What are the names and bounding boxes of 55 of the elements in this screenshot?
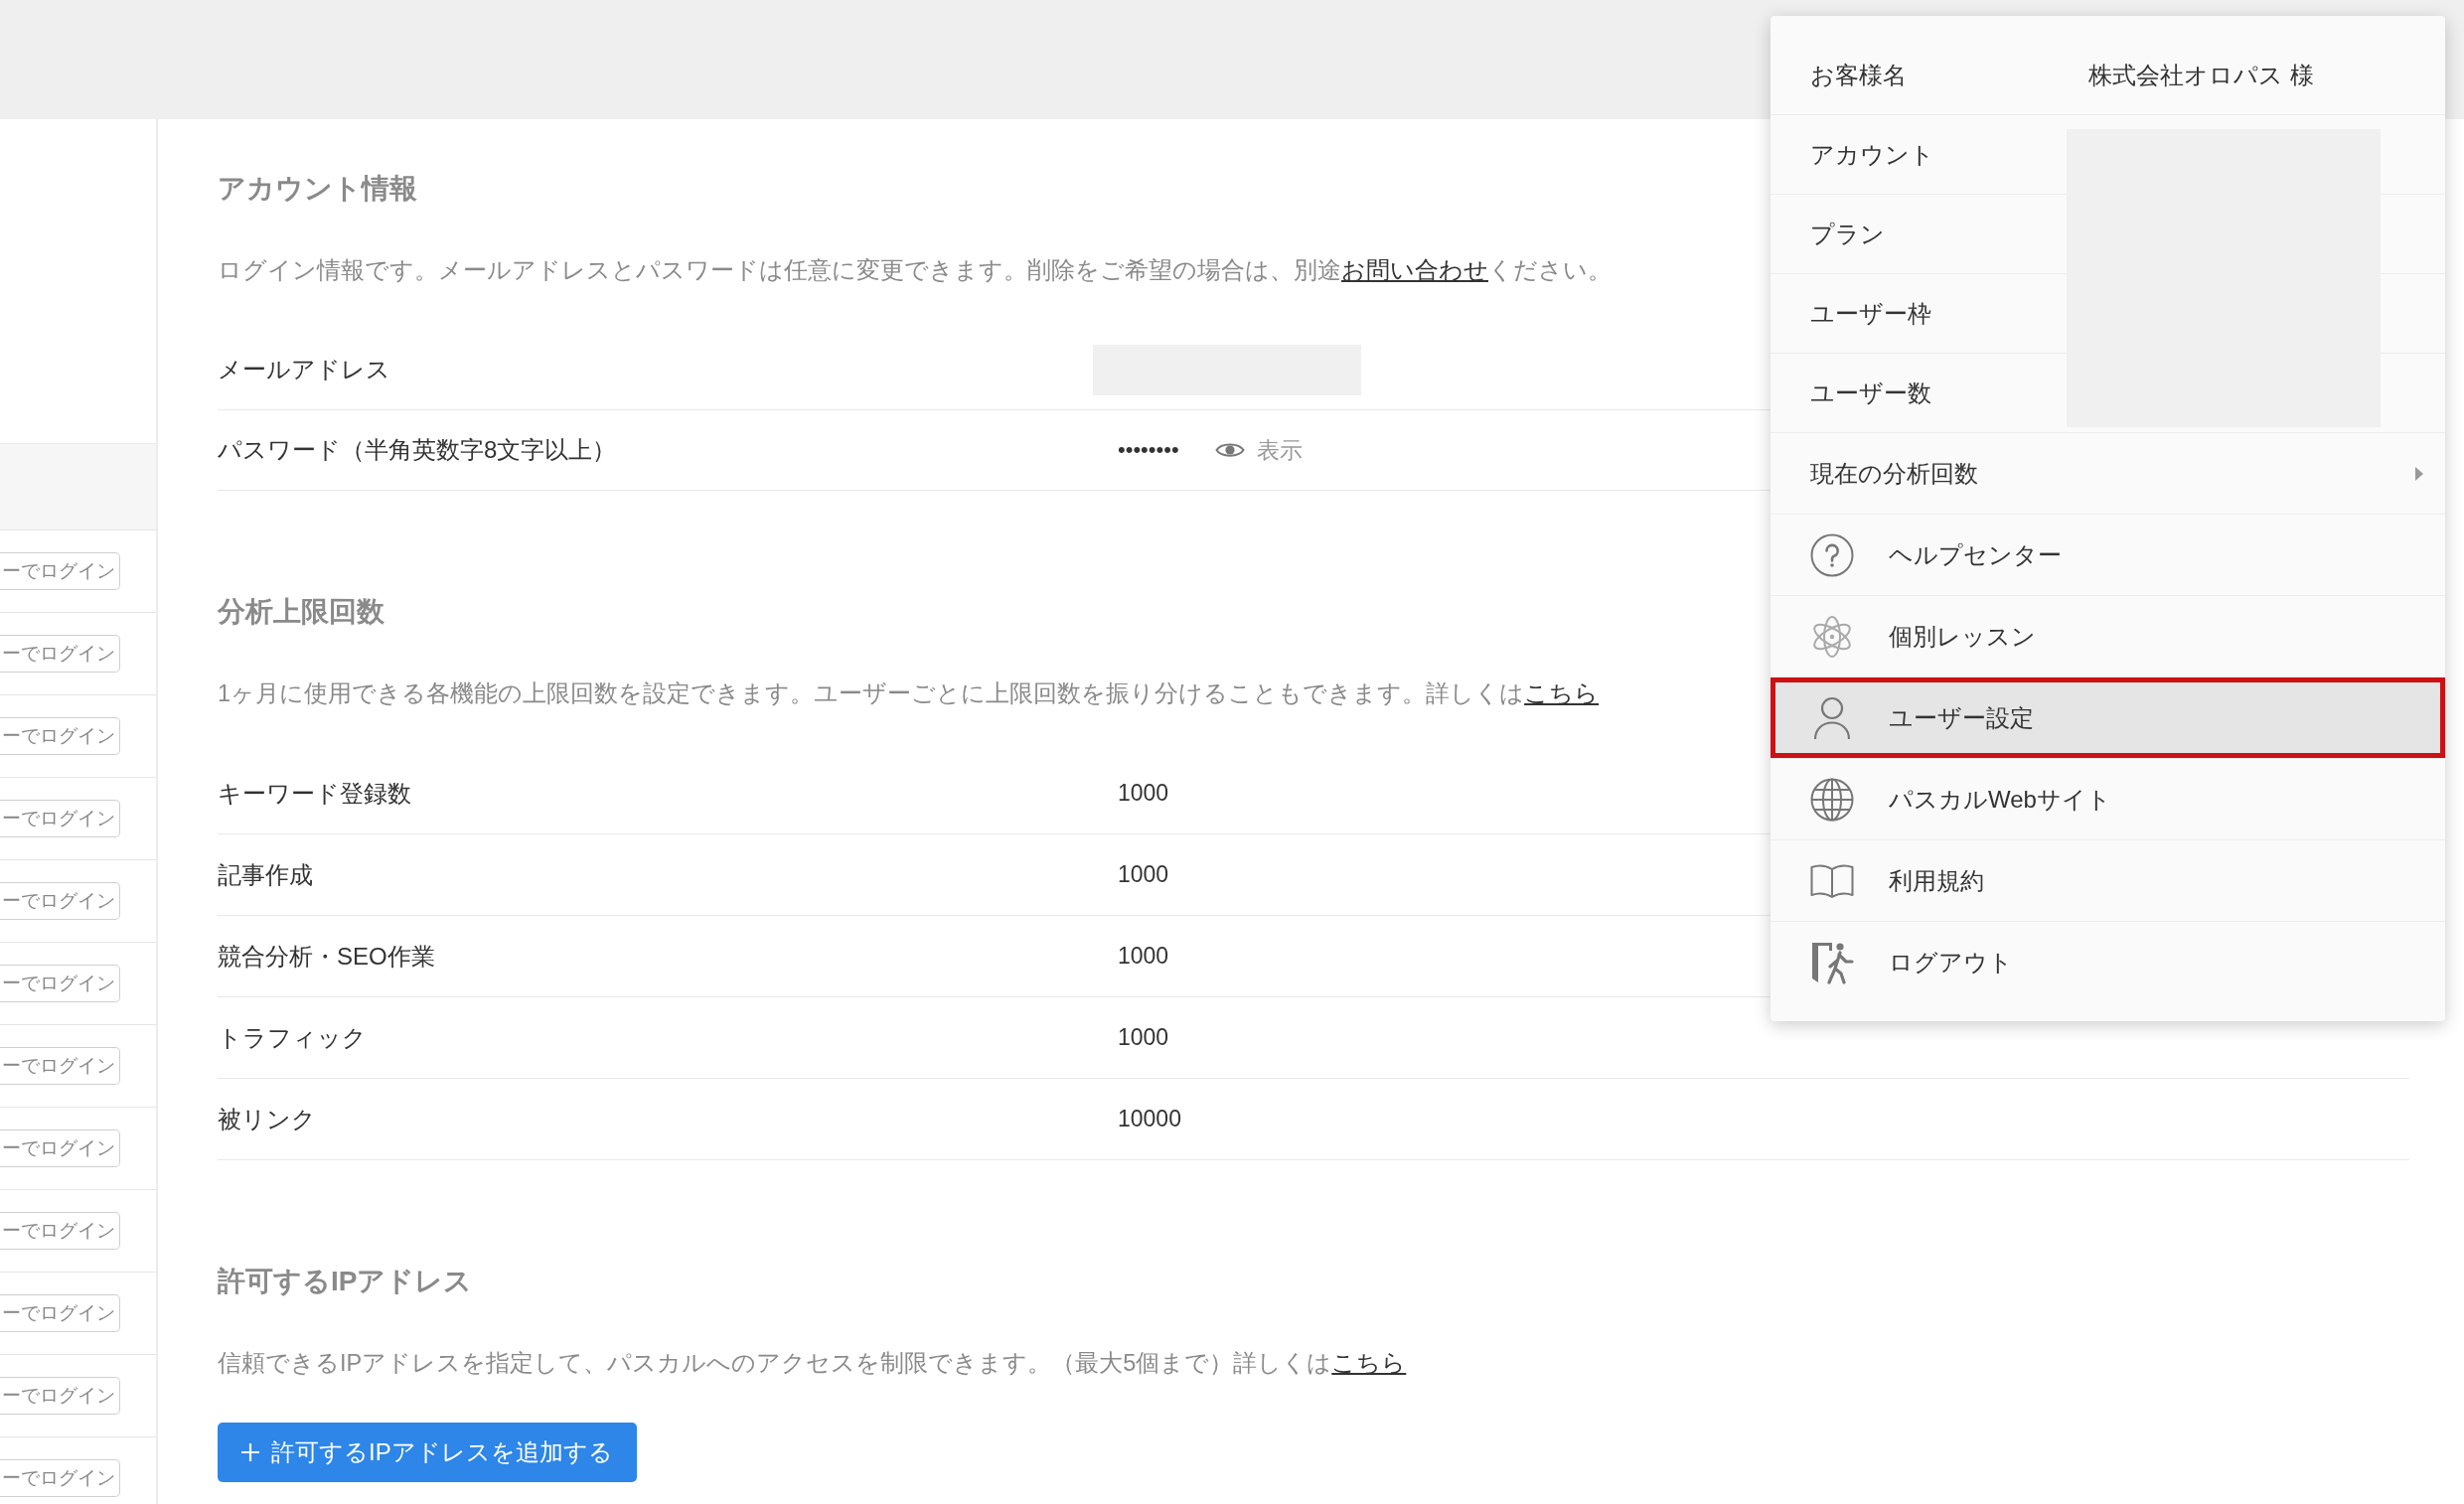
section-description: 信頼できるIPアドレスを指定して、パスカルへのアクセスを制限できます。（最大5個まで）詳しくは こちら: [218, 1349, 1407, 1378]
limit-value: 1000: [1118, 943, 1169, 970]
help-icon: [1810, 532, 1854, 577]
caret-icon: [2415, 466, 2423, 481]
menu-label: ユーザー枠: [1810, 298, 1931, 329]
limit-value: 1000: [1118, 861, 1169, 888]
section-description: 1ヶ月に使用できる各機能の上限回数を設定できます。ユーザーごとに上限回数を振り分けることもできます。詳しくは こちら: [218, 679, 1600, 708]
login-button[interactable]: ーでログイン: [0, 1047, 120, 1085]
exit-door-icon: [1810, 941, 1854, 984]
login-button[interactable]: ーでログイン: [0, 1377, 120, 1415]
globe-icon: [1810, 777, 1854, 822]
menu-item[interactable]: 利用規約: [1771, 840, 2445, 922]
limit-value: 1000: [1118, 1024, 1169, 1051]
details-link[interactable]: こちら: [1524, 680, 1600, 706]
section-heading: 分析上限回数: [218, 595, 385, 629]
limit-label: 競合分析・SEO作業: [218, 941, 435, 972]
password-value: ••••••••: [1118, 437, 1179, 463]
section-description: ログイン情報です。メールアドレスとパスワードは任意に変更できます。削除をご希望の場合は、別途お問い合わせ ください。: [218, 256, 1612, 285]
customer-name: 株式会社オロパス 様: [2088, 60, 2314, 90]
limit-label: 記事作成: [218, 859, 313, 890]
menu-label: プラン: [1810, 219, 1885, 249]
show-password-button[interactable]: 表示: [1214, 434, 1303, 466]
menu-item[interactable]: ユーザー設定: [1771, 677, 2445, 759]
section-heading: 許可するIPアドレス: [218, 1265, 473, 1298]
login-button[interactable]: ーでログイン: [0, 717, 120, 755]
atom-icon: [1810, 614, 1854, 659]
login-button[interactable]: ーでログイン: [0, 800, 120, 837]
limit-value: 1000: [1118, 780, 1169, 807]
menu-item[interactable]: パスカルWebサイト: [1771, 759, 2445, 840]
submenu-item[interactable]: 現在の分析回数: [1771, 433, 2445, 515]
menu-label: お客様名: [1810, 60, 1907, 90]
field-label: パスワード（半角英数字8文字以上）: [218, 435, 617, 465]
login-button[interactable]: ーでログイン: [0, 882, 120, 920]
login-button[interactable]: ーでログイン: [0, 552, 120, 590]
limit-label: キーワード登録数: [218, 778, 411, 809]
section-heading: アカウント情報: [218, 172, 417, 206]
add-ip-button[interactable]: 許可するIPアドレスを追加する: [218, 1423, 637, 1482]
menu-item[interactable]: ログアウト: [1771, 922, 2445, 1003]
limit-label: 被リンク: [218, 1104, 316, 1134]
contact-link[interactable]: お問い合わせ: [1341, 257, 1488, 283]
plus-icon: [241, 1443, 259, 1461]
field-label: メールアドレス: [218, 355, 390, 384]
login-button[interactable]: ーでログイン: [0, 1294, 120, 1332]
login-button[interactable]: ーでログイン: [0, 635, 120, 673]
eye-icon: [1214, 440, 1245, 460]
login-button[interactable]: ーでログイン: [0, 1459, 120, 1497]
menu-item[interactable]: ヘルプセンター: [1771, 515, 2445, 596]
details-link[interactable]: こちら: [1331, 1350, 1407, 1376]
login-button[interactable]: ーでログイン: [0, 1129, 120, 1167]
login-button[interactable]: ーでログイン: [0, 965, 120, 1002]
limit-label: トラフィック: [218, 1022, 367, 1053]
menu-label: ユーザー数: [1810, 377, 1931, 408]
menu-label: アカウント: [1810, 139, 1934, 170]
login-button[interactable]: ーでログイン: [0, 1212, 120, 1250]
limit-value: 10000: [1118, 1106, 1181, 1132]
